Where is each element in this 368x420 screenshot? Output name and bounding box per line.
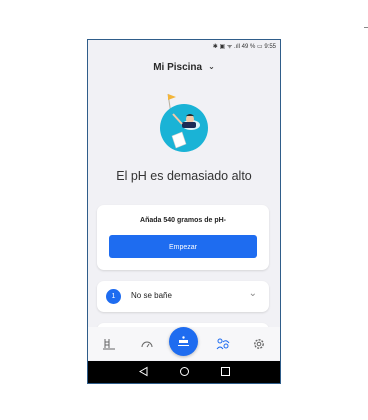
step-label: No se bañe	[131, 291, 172, 300]
gauge-icon[interactable]	[140, 337, 154, 351]
step-item[interactable]: 1 No se bañe ⌄	[97, 281, 269, 312]
chevron-down-icon: ⌄	[208, 62, 215, 71]
back-icon[interactable]	[137, 365, 150, 378]
home-icon[interactable]	[178, 365, 191, 378]
pool-selector[interactable]: Mi Piscina ⌄	[88, 62, 280, 73]
start-button[interactable]: Empezar	[109, 235, 257, 258]
phone-screen: ✱ ▣ ᯤ .ıll 49 % ▭ 9:55 Mi Piscina ⌄ El pH…	[87, 39, 281, 384]
treatment-button[interactable]	[169, 327, 198, 356]
step-number-badge: 1	[106, 289, 121, 304]
system-nav-bar	[88, 361, 280, 383]
treatment-icon	[178, 336, 189, 346]
dosage-message: Añada 540 gramos de pH-	[140, 217, 226, 224]
pool-name: Mi Piscina	[153, 62, 203, 73]
status-title: El pH es demasiado alto	[116, 169, 252, 183]
recents-icon[interactable]	[219, 365, 232, 378]
pool-icon[interactable]	[102, 337, 116, 351]
gear-icon[interactable]	[252, 337, 266, 351]
status-bar: ✱ ▣ ᯤ .ıll 49 % ▭ 9:55	[212, 44, 276, 50]
bottom-tab-bar	[88, 327, 280, 360]
swimmer-illustration	[160, 93, 208, 152]
action-card: Añada 540 gramos de pH- Empezar	[97, 205, 269, 270]
people-icon[interactable]	[216, 337, 230, 351]
edge-mark	[364, 27, 368, 28]
chevron-down-icon[interactable]: ⌄	[249, 288, 257, 299]
